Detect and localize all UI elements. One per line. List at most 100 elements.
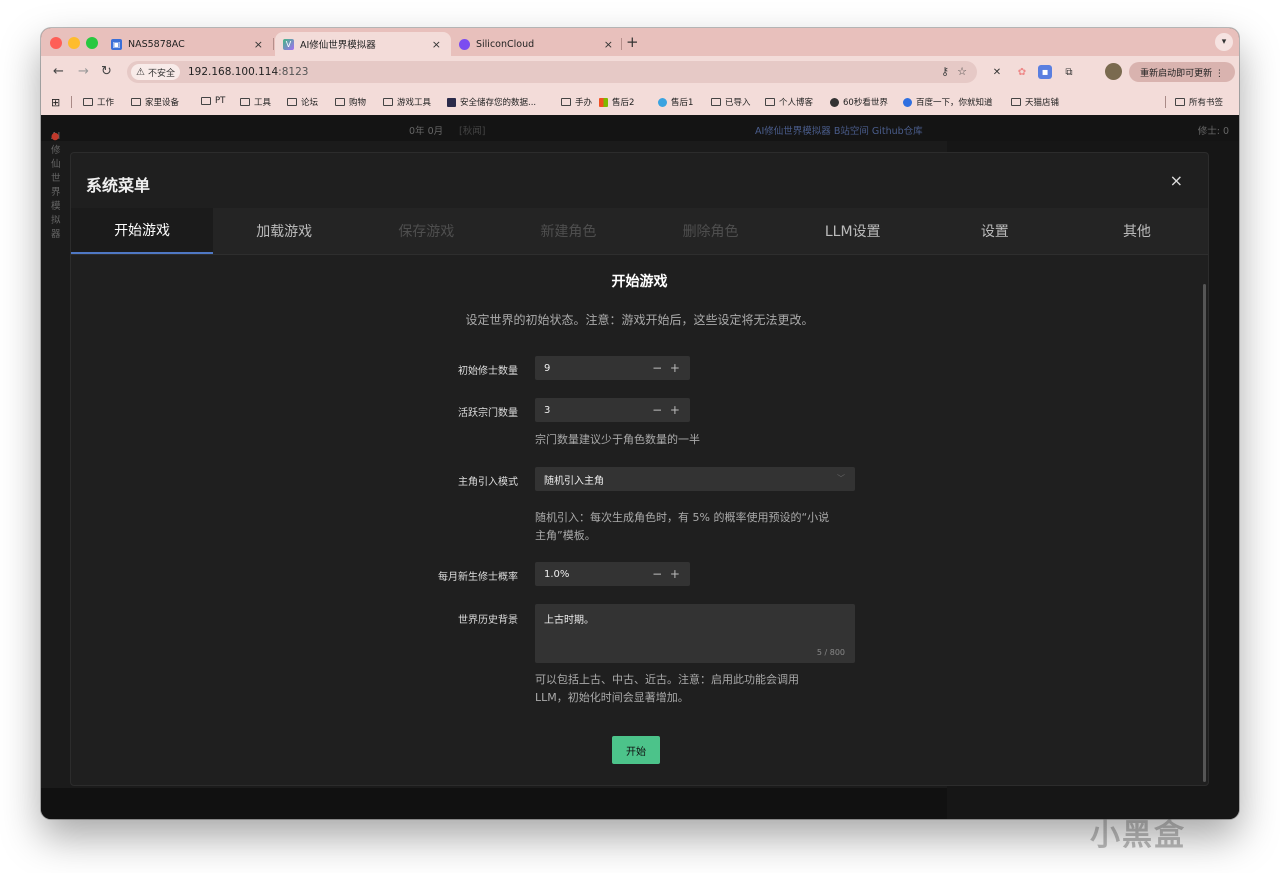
bookmark-link[interactable]: 售后2 bbox=[599, 96, 634, 108]
world-history-label: 世界历史背景 bbox=[458, 615, 518, 626]
password-key-icon[interactable]: ⚷ bbox=[941, 65, 949, 78]
tab-new-character[interactable]: 新建角色 bbox=[497, 208, 640, 254]
new-tab-button[interactable]: + bbox=[626, 33, 639, 51]
start-button[interactable]: 开始 bbox=[612, 736, 660, 764]
warning-icon: ⚠ bbox=[136, 66, 145, 78]
close-window-button[interactable] bbox=[50, 37, 62, 49]
forward-arrow-icon[interactable]: → bbox=[78, 64, 89, 79]
protagonist-mode-select[interactable]: 随机引入主角 ﹀ bbox=[535, 467, 855, 491]
bookmark-folder[interactable]: 游戏工具 bbox=[383, 96, 431, 108]
modal-scrollbar[interactable] bbox=[1203, 284, 1206, 782]
tab-delete-character[interactable]: 删除角色 bbox=[639, 208, 782, 254]
tab-llm-settings[interactable]: LLM设置 bbox=[781, 208, 924, 254]
bookmark-folder[interactable]: 工具 bbox=[240, 96, 271, 108]
relaunch-update-button[interactable]: 重新启动即可更新 ⋮ bbox=[1129, 62, 1235, 82]
url-text[interactable]: 192.168.100.114:8123 bbox=[188, 66, 308, 78]
bookmark-folder[interactable]: 个人博客 bbox=[765, 96, 813, 108]
folder-icon bbox=[201, 97, 211, 105]
url-port: :8123 bbox=[278, 66, 309, 78]
active-sects-input[interactable]: 3 − + bbox=[535, 398, 690, 422]
maximize-window-button[interactable] bbox=[86, 37, 98, 49]
browser-tab-siliconcloud[interactable]: SiliconCloud × bbox=[451, 32, 623, 56]
tabs-divider bbox=[71, 254, 1208, 255]
bookmark-folder[interactable]: 天猫店铺 bbox=[1011, 96, 1059, 108]
back-arrow-icon[interactable]: ← bbox=[53, 64, 64, 79]
close-tab-icon[interactable]: × bbox=[254, 38, 263, 51]
extension-icon[interactable]: ▪ bbox=[1038, 65, 1052, 79]
address-bar[interactable]: ⚠ 不安全 192.168.100.114:8123 ⚷ ☆ bbox=[127, 61, 977, 83]
url-host: 192.168.100.114 bbox=[187, 66, 279, 78]
profile-avatar[interactable] bbox=[1105, 63, 1122, 80]
system-menu-modal: 系统菜单 × 开始游戏 加载游戏 保存游戏 新建角色 删除角色 LLM设置 设置… bbox=[70, 152, 1209, 786]
page-content: AI修仙世界模拟器 ● 0年 0月 [秋闻] AI修仙世界模拟器 B站空间 Gi… bbox=[41, 115, 1239, 819]
browser-tab-ai-sim[interactable]: V AI修仙世界模拟器 × bbox=[275, 32, 451, 56]
bookmark-folder[interactable]: PT bbox=[201, 96, 225, 106]
extension-icon[interactable]: ✕ bbox=[990, 65, 1004, 79]
bookmark-link[interactable]: 百度一下，你就知道 bbox=[903, 96, 993, 108]
menu-tabs: 开始游戏 加载游戏 保存游戏 新建角色 删除角色 LLM设置 设置 其他 bbox=[71, 208, 1208, 254]
security-badge[interactable]: ⚠ 不安全 bbox=[131, 64, 180, 80]
bookmark-folder[interactable]: 工作 bbox=[83, 96, 114, 108]
input-value: 3 bbox=[544, 404, 551, 416]
extensions-puzzle-icon[interactable]: ⧉ bbox=[1062, 65, 1076, 79]
tab-other[interactable]: 其他 bbox=[1065, 208, 1208, 254]
service-icon bbox=[658, 97, 667, 107]
tab-strip: ▣ NAS5878AC × V AI修仙世界模拟器 × SiliconCloud… bbox=[41, 28, 1239, 56]
bookmark-folder[interactable]: 家里设备 bbox=[131, 96, 179, 108]
browser-tab-nas[interactable]: ▣ NAS5878AC × bbox=[103, 32, 273, 56]
browser-window: ▣ NAS5878AC × V AI修仙世界模拟器 × SiliconCloud… bbox=[41, 28, 1239, 819]
tab-divider bbox=[621, 38, 622, 50]
secure-storage-icon bbox=[447, 97, 456, 107]
page-footer bbox=[41, 788, 947, 819]
tab-divider bbox=[273, 38, 274, 50]
game-date-extra: [秋闻] bbox=[459, 126, 486, 137]
number-stepper[interactable]: − + bbox=[652, 567, 682, 581]
active-sects-hint: 宗门数量建议少于角色数量的一半 bbox=[535, 433, 700, 446]
extension-icon[interactable]: ✿ bbox=[1015, 65, 1029, 79]
char-counter: 5 / 800 bbox=[816, 648, 845, 657]
bookmark-link[interactable]: 安全储存您的数据... bbox=[447, 96, 536, 108]
reload-icon[interactable]: ↻ bbox=[101, 64, 112, 79]
vite-favicon-icon: V bbox=[283, 38, 294, 50]
all-bookmarks-folder[interactable]: 所有书签 bbox=[1175, 96, 1223, 108]
microsoft-icon bbox=[599, 97, 608, 107]
protagonist-mode-label: 主角引入模式 bbox=[458, 477, 518, 488]
number-stepper[interactable]: − + bbox=[652, 361, 682, 375]
bookmark-folder[interactable]: 论坛 bbox=[287, 96, 318, 108]
minimize-window-button[interactable] bbox=[68, 37, 80, 49]
folder-icon bbox=[83, 98, 93, 106]
number-stepper[interactable]: − + bbox=[652, 403, 682, 417]
monthly-rate-label: 每月新生修士概率 bbox=[438, 572, 518, 583]
close-tab-icon[interactable]: × bbox=[432, 38, 441, 51]
folder-icon bbox=[711, 98, 721, 106]
input-value: 9 bbox=[544, 362, 551, 374]
tab-save-game[interactable]: 保存游戏 bbox=[355, 208, 498, 254]
monthly-rate-input[interactable]: 1.0% − + bbox=[535, 562, 690, 586]
game-date: 0年 0月 bbox=[409, 126, 444, 137]
bookmark-folder[interactable]: 购物 bbox=[335, 96, 366, 108]
siliconcloud-favicon-icon bbox=[459, 38, 470, 50]
tab-search-chevron-icon[interactable]: ▾ bbox=[1215, 33, 1233, 51]
close-tab-icon[interactable]: × bbox=[604, 38, 613, 51]
nas-favicon-icon: ▣ bbox=[111, 38, 122, 50]
initial-cultivators-input[interactable]: 9 − + bbox=[535, 356, 690, 380]
bookmark-link[interactable]: 售后1 bbox=[658, 96, 693, 108]
tab-load-game[interactable]: 加载游戏 bbox=[213, 208, 356, 254]
tab-settings[interactable]: 设置 bbox=[923, 208, 1066, 254]
world-history-textarea[interactable]: 上古时期。 5 / 800 bbox=[535, 604, 855, 663]
chevron-down-icon: ﹀ bbox=[837, 474, 845, 483]
tab-start-game[interactable]: 开始游戏 bbox=[71, 208, 214, 254]
close-icon[interactable]: × bbox=[1170, 171, 1183, 190]
bookmark-folder[interactable]: 已导入 bbox=[711, 96, 751, 108]
apps-grid-icon[interactable]: ⊞ bbox=[51, 96, 60, 109]
watermark-logo: 小黑盒 bbox=[1090, 818, 1186, 853]
header-links[interactable]: AI修仙世界模拟器 B站空间 Github仓库 bbox=[755, 123, 923, 137]
bookmark-link[interactable]: 60秒看世界 bbox=[830, 96, 888, 108]
bookmark-star-icon[interactable]: ☆ bbox=[957, 65, 967, 78]
security-label: 不安全 bbox=[147, 68, 175, 79]
modal-title: 系统菜单 bbox=[86, 176, 151, 195]
section-title: 开始游戏 bbox=[611, 274, 668, 290]
bookmark-divider bbox=[71, 96, 72, 108]
bookmark-folder[interactable]: 手办 bbox=[561, 96, 592, 108]
select-value: 随机引入主角 bbox=[544, 475, 604, 487]
